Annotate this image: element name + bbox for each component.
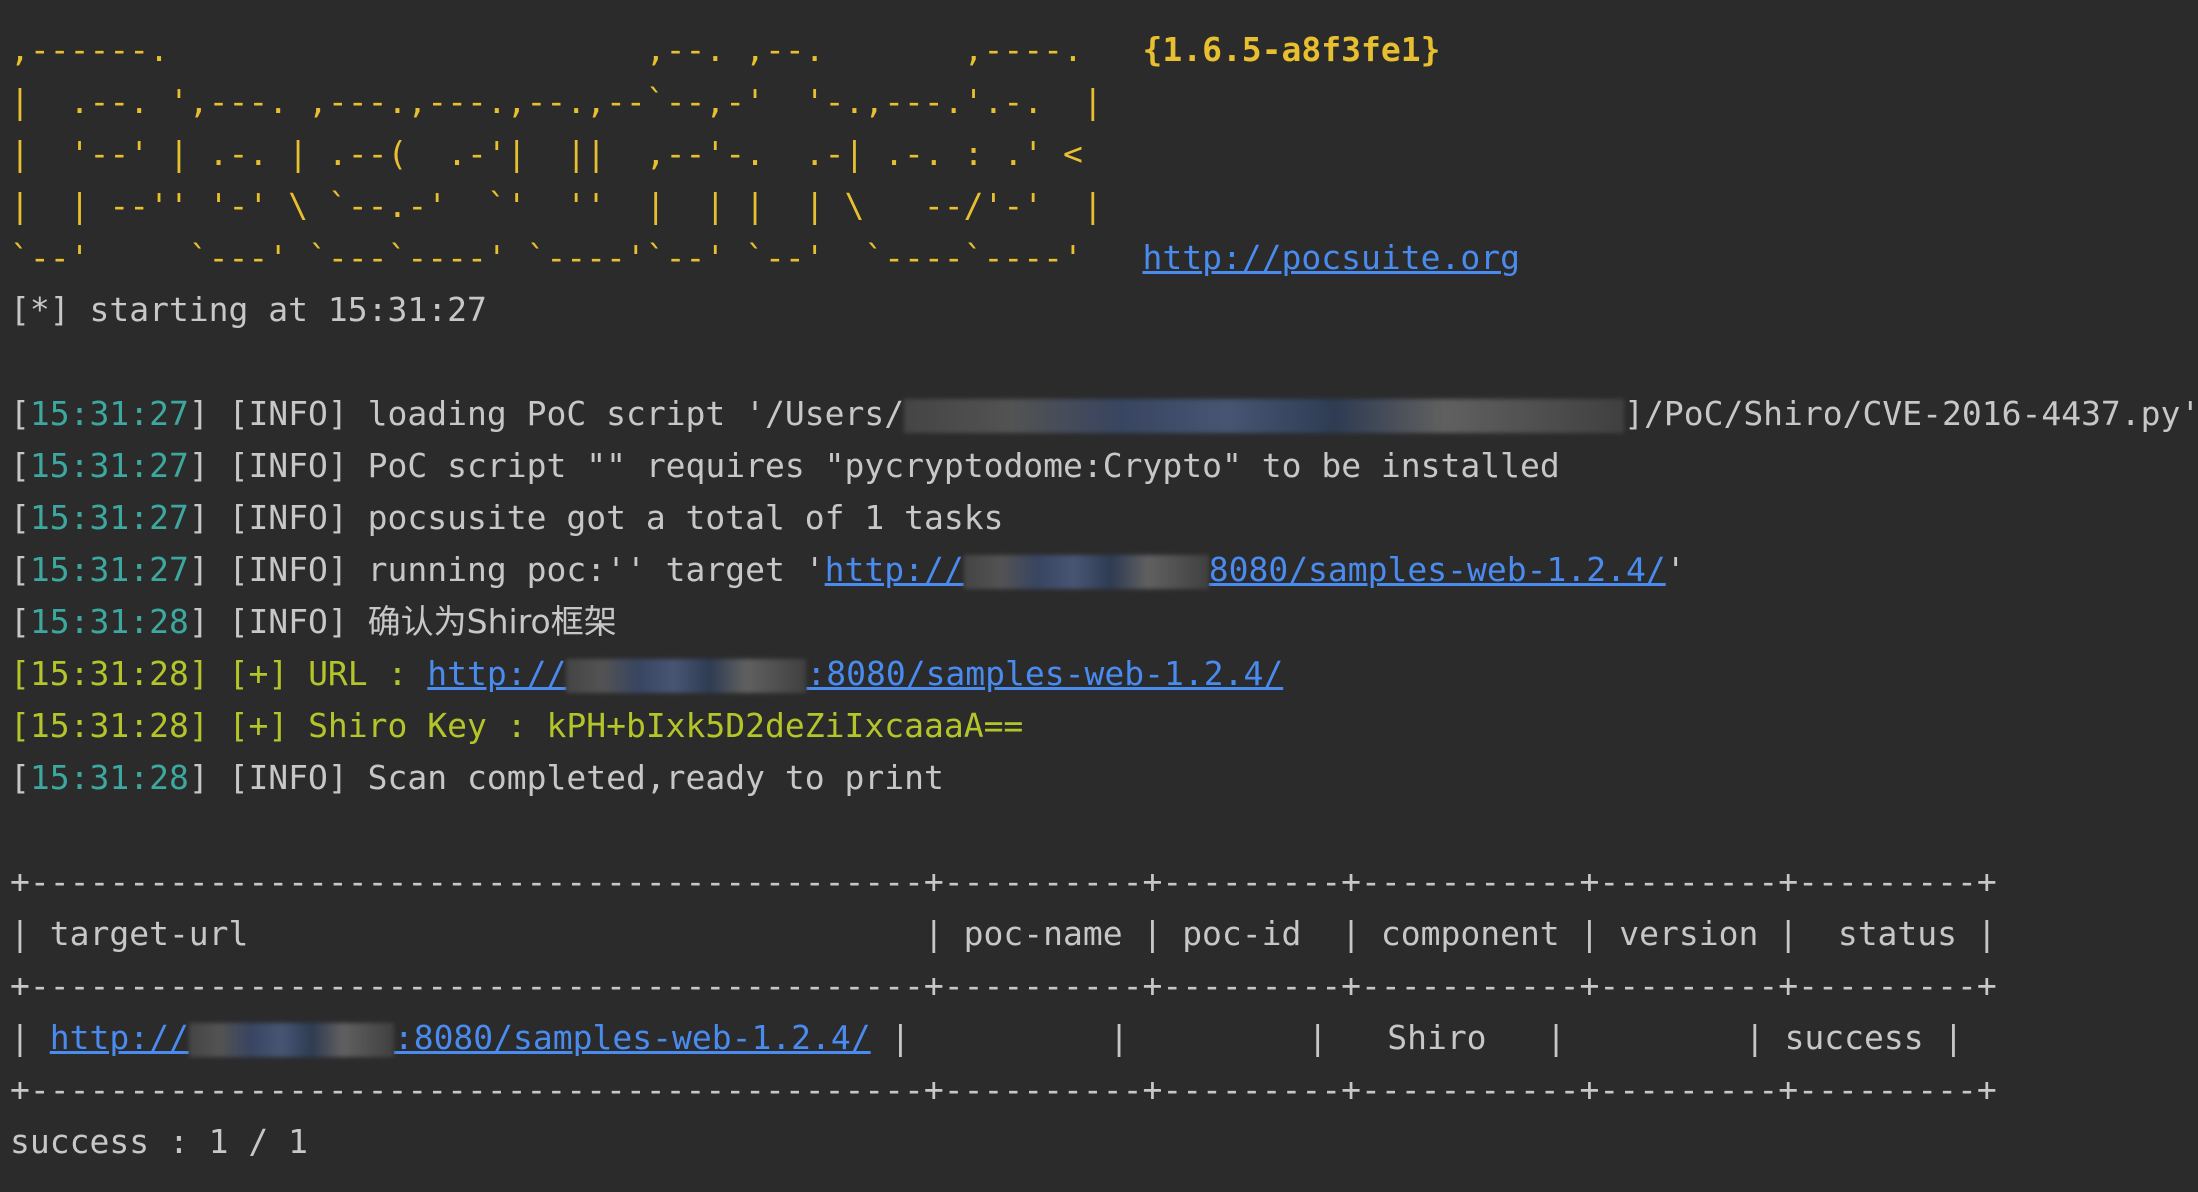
log-line: [15:31:28] [INFO] Scan completed,ready t… — [10, 758, 944, 797]
log-level: INFO — [248, 498, 328, 537]
table-link-scheme: http:// — [49, 1018, 189, 1057]
log-message: 确认为Shiro框架 — [367, 602, 617, 641]
target-link[interactable]: http:// 8080/samples-web-1.2.4/ — [825, 550, 1666, 589]
log-message-tail: ' — [1665, 550, 1686, 589]
banner-row-3: | '--' | .-. | .--( .-'| || ,--'-. .-| .… — [10, 134, 1083, 173]
redacted-host — [566, 658, 807, 693]
result-line: [15:31:28] [+] URL : http://:8080/sample… — [10, 654, 1284, 693]
table-target-link[interactable]: http:// :8080/samples-web-1.2.4/ — [50, 1018, 871, 1057]
target-link-scheme: http:// — [824, 550, 964, 589]
log-level: INFO — [248, 446, 328, 485]
log-time: 15:31:28 — [29, 654, 189, 693]
log-level: INFO — [248, 550, 328, 589]
log-level: INFO — [248, 394, 328, 433]
terminal-window[interactable]: ,------. ,--. ,--. ,----. {1.6.5-a8f3fe1… — [0, 0, 2198, 1192]
table-row-rest: | | | Shiro | | success | — [870, 1018, 1964, 1057]
table-border: +---------------------------------------… — [10, 862, 1997, 901]
log-time: 15:31:27 — [29, 498, 189, 537]
summary-line: success : 1 / 1 — [10, 1122, 309, 1161]
pocsuite-link[interactable]: http://pocsuite.org — [1142, 238, 1520, 277]
log-message: PoC script "" requires "pycryptodome:Cry… — [367, 446, 1560, 485]
log-line: [15:31:27] [INFO] running poc:'' target … — [10, 550, 1686, 589]
result-url-scheme: http:// — [427, 654, 567, 693]
redacted-host — [188, 1022, 394, 1057]
log-time: 15:31:28 — [29, 706, 189, 745]
result-url-path: :8080/samples-web-1.2.4/ — [806, 654, 1284, 693]
version-label: {1.6.5-a8f3fe1} — [1142, 30, 1441, 69]
table-border: +---------------------------------------… — [10, 966, 1997, 1005]
redacted-host — [963, 554, 1209, 589]
log-time: 15:31:27 — [29, 446, 189, 485]
log-message-tail: ]/PoC/Shiro/CVE-2016-4437.py' — [1624, 394, 2198, 433]
log-message: pocsusite got a total of 1 tasks — [367, 498, 1004, 537]
log-message: Scan completed,ready to print — [367, 758, 944, 797]
table-cell-open: | — [10, 1018, 50, 1057]
log-line: [15:31:28] [INFO] 确认为Shiro框架 — [10, 602, 617, 641]
log-time: 15:31:28 — [29, 758, 189, 797]
redacted-path — [904, 398, 1625, 433]
log-level: + — [248, 654, 269, 693]
log-time: 15:31:28 — [29, 602, 189, 641]
log-line: [15:31:27] [INFO] loading PoC script '/U… — [10, 388, 2198, 440]
log-time: 15:31:27 — [29, 394, 189, 433]
banner-row-2: | .--. ',---. ,---.,---.,--.,--`--,-' '-… — [10, 82, 1103, 121]
banner-ascii-5: `--' `---' `---`----' `----'`--' `--' `-… — [10, 238, 1143, 277]
banner-ascii-1: ,------. ,--. ,--. ,----. — [10, 30, 1143, 69]
banner-row-1: ,------. ,--. ,--. ,----. {1.6.5-a8f3fe1… — [10, 24, 2198, 76]
start-line: [*] starting at 15:31:27 — [10, 290, 487, 329]
table-link-path: :8080/samples-web-1.2.4/ — [393, 1018, 871, 1057]
result-url-link[interactable]: http:// :8080/samples-web-1.2.4/ — [427, 654, 1283, 693]
table-border: +---------------------------------------… — [10, 1070, 1997, 1109]
target-link-path: 8080/samples-web-1.2.4/ — [1208, 550, 1666, 589]
result-line: [15:31:28] [+] Shiro Key : kPH+bIxk5D2de… — [10, 706, 1024, 745]
banner-row-4: | | --'' '-' \ `--.-' `' '' | | | | \ --… — [10, 186, 1103, 225]
log-message: loading PoC script '/Users/ — [367, 394, 905, 433]
table-header: | target-url | poc-name | poc-id | compo… — [10, 914, 1997, 953]
log-level: + — [248, 706, 269, 745]
log-message: URL : — [308, 654, 428, 693]
log-message: Shiro Key : kPH+bIxk5D2deZiIxcaaaA== — [308, 706, 1024, 745]
log-level: INFO — [248, 758, 328, 797]
log-time: 15:31:27 — [29, 550, 189, 589]
log-level: INFO — [248, 602, 328, 641]
log-message: running poc:'' target ' — [367, 550, 825, 589]
log-line: [15:31:27] [INFO] PoC script "" requires… — [10, 446, 1560, 485]
table-row: | http:// :8080/samples-web-1.2.4/ | | | … — [10, 1012, 2198, 1064]
banner-row-5: `--' `---' `---`----' `----'`--' `--' `-… — [10, 232, 2198, 284]
log-line: [15:31:27] [INFO] pocsusite got a total … — [10, 498, 1004, 537]
